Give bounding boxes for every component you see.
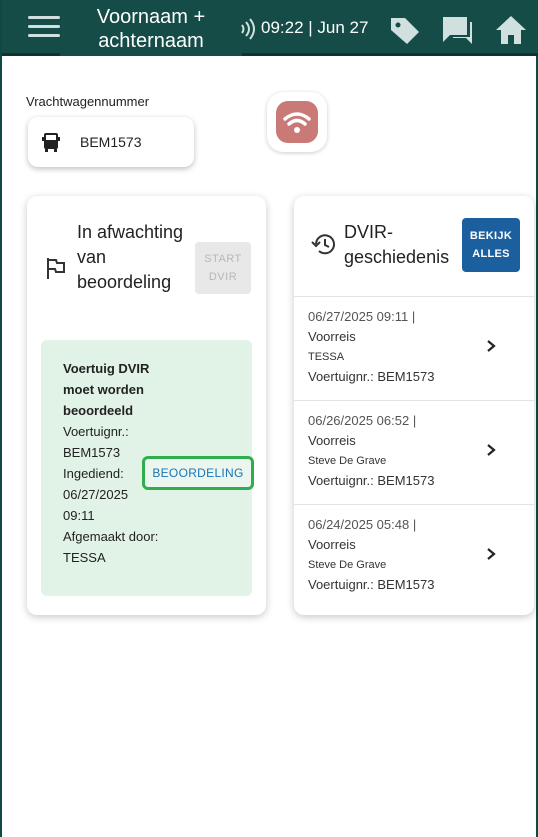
flag-icon	[47, 258, 65, 279]
history-vehicle: Voertuignr.: BEM1573	[308, 577, 435, 592]
history-driver: Steve De Grave	[308, 455, 387, 467]
pending-title: In afwachting van beoordeling	[77, 222, 184, 292]
pending-review-card: In afwachting van beoordeling START DVIR…	[27, 196, 266, 615]
history-trip: Voorreis	[308, 433, 356, 448]
chevron-right-icon	[487, 444, 496, 456]
tag-icon[interactable]	[388, 13, 422, 47]
truck-number-chip[interactable]: BEM1573	[28, 117, 194, 167]
app-frame: Voornaam + achternaam 09:22 | Jun 27 Vra…	[0, 0, 538, 837]
history-list: 06/27/2025 09:11 | Voorreis TESSA Voertu…	[294, 296, 534, 608]
history-date: 06/27/2025 09:11 |	[308, 309, 416, 324]
review-button[interactable]: BEOORDELING	[142, 456, 254, 490]
top-bar: Voornaam + achternaam 09:22 | Jun 27	[2, 0, 538, 56]
history-driver: Steve De Grave	[308, 559, 387, 571]
truck-number-value: BEM1573	[80, 134, 142, 150]
truck-icon	[42, 133, 60, 152]
signal-icon	[241, 18, 255, 40]
start-dvir-button[interactable]: START DVIR	[195, 242, 251, 294]
view-all-button[interactable]: BEKIJK ALLES	[462, 218, 520, 272]
history-trip: Voorreis	[308, 329, 356, 344]
user-name: Voornaam + achternaam	[60, 0, 242, 56]
chevron-right-icon	[487, 548, 496, 560]
history-date: 06/26/2025 06:52 |	[308, 413, 417, 428]
list-item[interactable]: 06/27/2025 09:11 | Voorreis TESSA Voertu…	[294, 296, 534, 400]
notice-title: Voertuig DVIR moet worden beoordeeld	[63, 361, 150, 418]
chevron-right-icon	[487, 340, 496, 352]
review-notice: Voertuig DVIR moet worden beoordeeld Voe…	[41, 340, 254, 596]
dvir-history-card: DVIR-geschiedenis BEKIJK ALLES 06/27/202…	[294, 196, 534, 615]
history-vehicle: Voertuignr.: BEM1573	[308, 473, 435, 488]
history-vehicle: Voertuignr.: BEM1573	[308, 369, 435, 384]
list-item[interactable]: 06/24/2025 05:48 | Voorreis Steve De Gra…	[294, 504, 534, 608]
history-icon	[311, 234, 335, 255]
history-date: 06/24/2025 05:48 |	[308, 517, 417, 532]
home-icon[interactable]	[494, 13, 528, 47]
history-title: DVIR-geschiedenis	[344, 222, 450, 267]
notice-completed-by: Afgemaakt door: TESSA	[63, 529, 159, 565]
wifi-icon	[283, 112, 311, 133]
list-item[interactable]: 06/26/2025 06:52 | Voorreis Steve De Gra…	[294, 400, 534, 504]
time-date: 09:22 | Jun 27	[261, 18, 369, 37]
chat-icon[interactable]	[440, 13, 474, 47]
menu-icon[interactable]	[28, 16, 60, 40]
history-trip: Voorreis	[308, 537, 356, 552]
truck-number-label: Vrachtwagennummer	[26, 94, 150, 109]
connection-status-button[interactable]	[267, 92, 327, 152]
history-driver: TESSA	[308, 351, 345, 363]
